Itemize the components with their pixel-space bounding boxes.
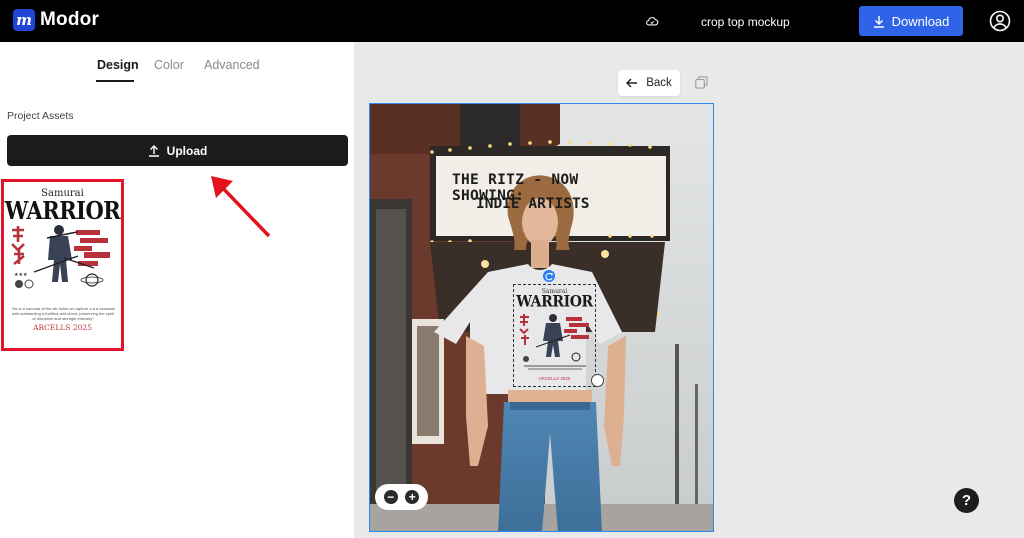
project-name[interactable]: crop top mockup <box>701 15 790 29</box>
arrow-left-icon <box>626 78 638 88</box>
print-title-big: WARRIOR <box>516 292 593 312</box>
panel-tabs: Design Color Advanced <box>0 58 354 82</box>
mockup-preview[interactable]: THE RITZ - NOW SHOWING: INDIE ARTISTS Sa… <box>369 103 714 532</box>
upload-icon <box>148 145 159 157</box>
user-circle-icon[interactable] <box>989 10 1011 32</box>
download-button[interactable]: Download <box>859 6 963 36</box>
print-footer: ARCELLS 2025 <box>538 376 571 381</box>
active-tab-indicator <box>96 80 134 82</box>
tab-color[interactable]: Color <box>154 58 184 72</box>
cloud-sync-icon[interactable] <box>645 14 659 28</box>
zoom-out-button[interactable]: − <box>383 490 398 504</box>
copy-icon[interactable] <box>695 76 708 89</box>
design-print-selection[interactable]: Samurai WARRIOR ARCELLS 2025 <box>513 284 596 387</box>
rotate-handle-icon[interactable] <box>543 270 555 282</box>
tab-design[interactable]: Design <box>97 58 139 72</box>
download-label: Download <box>891 13 950 29</box>
annotation-arrow-icon <box>211 176 271 238</box>
asset-footer: ARCELLS 2025 <box>33 323 92 332</box>
samurai-artwork-illustration: ★★★ <box>11 225 110 289</box>
back-button[interactable]: Back <box>618 70 680 96</box>
left-panel: Design Color Advanced Project Assets Upl… <box>0 42 354 538</box>
theater-sign-line2: INDIE ARTISTS <box>476 196 590 212</box>
project-asset-thumbnail[interactable]: Samurai WARRIOR ★★★ "He is a samurai at … <box>1 179 124 351</box>
upload-label: Upload <box>166 143 208 158</box>
help-button[interactable]: ? <box>954 488 979 513</box>
svg-text:★★★: ★★★ <box>14 272 28 278</box>
print-artwork-illustration <box>519 314 589 370</box>
resize-handle[interactable] <box>591 374 604 387</box>
asset-caption: "He is a samurai at the sib holds an cap… <box>11 306 115 321</box>
zoom-in-button[interactable]: + <box>405 490 420 504</box>
upload-button[interactable]: Upload <box>7 135 348 166</box>
app-logo[interactable]: m Modor <box>13 9 99 31</box>
tab-advanced[interactable]: Advanced <box>204 58 260 72</box>
back-label: Back <box>646 77 672 89</box>
download-icon <box>873 15 884 28</box>
app-name: Modor <box>40 9 100 30</box>
asset-title-big: WARRIOR <box>4 196 121 225</box>
logo-mark-icon: m <box>13 9 35 31</box>
top-bar: m Modor crop top mockup Download <box>0 0 1024 42</box>
zoom-controls: − + <box>375 484 428 510</box>
project-assets-label: Project Assets <box>7 110 74 122</box>
